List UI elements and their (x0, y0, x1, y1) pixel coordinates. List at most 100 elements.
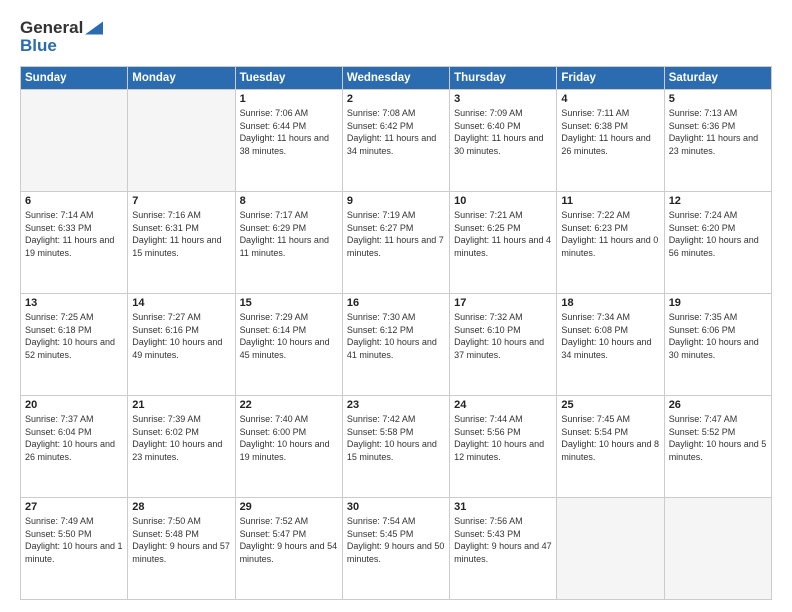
cell-details: Sunrise: 7:29 AM Sunset: 6:14 PM Dayligh… (240, 311, 338, 361)
calendar-cell: 9Sunrise: 7:19 AM Sunset: 6:27 PM Daylig… (342, 192, 449, 294)
calendar-cell: 23 Sunrise: 7:42 AM Sunset: 5:58 PM Dayli… (342, 396, 449, 498)
day-number: 17 (454, 297, 552, 309)
cell-details: Sunrise: 7:17 AM Sunset: 6:29 PM Dayligh… (240, 209, 338, 259)
calendar-cell: 3Sunrise: 7:09 AM Sunset: 6:40 PM Daylig… (450, 90, 557, 192)
calendar-cell (21, 90, 128, 192)
calendar-week-row: 27Sunrise: 7:49 AM Sunset: 5:50 PM Dayli… (21, 498, 772, 600)
cell-details: Sunrise: 7:47 AM Sunset: 5:52 PM Dayligh… (669, 413, 767, 463)
calendar-cell: 21 Sunrise: 7:39 AM Sunset: 6:02 PM Dayli… (128, 396, 235, 498)
cell-details: Sunrise: 7:49 AM Sunset: 5:50 PM Dayligh… (25, 515, 123, 565)
calendar-week-row: 1 Sunrise: 7:06 AM Sunset: 6:44 PM Daylig… (21, 90, 772, 192)
calendar-cell: 5 Sunrise: 7:13 AM Sunset: 6:36 PM Daylig… (664, 90, 771, 192)
cell-details: Sunrise: 7:42 AM Sunset: 5:58 PM Dayligh… (347, 413, 445, 463)
day-number: 19 (669, 297, 767, 309)
cell-details: Sunrise: 7:45 AM Sunset: 5:54 PM Dayligh… (561, 413, 659, 463)
day-number: 5 (669, 93, 767, 105)
calendar-cell: 27Sunrise: 7:49 AM Sunset: 5:50 PM Dayli… (21, 498, 128, 600)
cell-details: Sunrise: 7:25 AM Sunset: 6:18 PM Dayligh… (25, 311, 123, 361)
day-number: 21 (132, 399, 230, 411)
cell-details: Sunrise: 7:24 AM Sunset: 6:20 PM Dayligh… (669, 209, 767, 259)
day-number: 8 (240, 195, 338, 207)
calendar-cell: 15 Sunrise: 7:29 AM Sunset: 6:14 PM Dayli… (235, 294, 342, 396)
cell-details: Sunrise: 7:13 AM Sunset: 6:36 PM Dayligh… (669, 107, 767, 157)
day-number: 14 (132, 297, 230, 309)
day-number: 11 (561, 195, 659, 207)
day-number: 29 (240, 501, 338, 513)
day-number: 7 (132, 195, 230, 207)
calendar-cell: 31Sunrise: 7:56 AM Sunset: 5:43 PM Dayli… (450, 498, 557, 600)
cell-details: Sunrise: 7:11 AM Sunset: 6:38 PM Dayligh… (561, 107, 659, 157)
day-number: 12 (669, 195, 767, 207)
calendar-day-header: Tuesday (235, 67, 342, 90)
calendar-cell: 18Sunrise: 7:34 AM Sunset: 6:08 PM Dayli… (557, 294, 664, 396)
cell-details: Sunrise: 7:30 AM Sunset: 6:12 PM Dayligh… (347, 311, 445, 361)
day-number: 22 (240, 399, 338, 411)
day-number: 28 (132, 501, 230, 513)
logo-general: General (20, 18, 83, 38)
calendar-cell: 14 Sunrise: 7:27 AM Sunset: 6:16 PM Dayli… (128, 294, 235, 396)
cell-details: Sunrise: 7:37 AM Sunset: 6:04 PM Dayligh… (25, 413, 123, 463)
calendar-cell: 1 Sunrise: 7:06 AM Sunset: 6:44 PM Daylig… (235, 90, 342, 192)
day-number: 18 (561, 297, 659, 309)
calendar-cell: 26 Sunrise: 7:47 AM Sunset: 5:52 PM Dayli… (664, 396, 771, 498)
calendar-cell: 10 Sunrise: 7:21 AM Sunset: 6:25 PM Dayli… (450, 192, 557, 294)
calendar-day-header: Wednesday (342, 67, 449, 90)
calendar-cell: 16Sunrise: 7:30 AM Sunset: 6:12 PM Dayli… (342, 294, 449, 396)
day-number: 4 (561, 93, 659, 105)
calendar-cell: 22 Sunrise: 7:40 AM Sunset: 6:00 PM Dayli… (235, 396, 342, 498)
calendar-cell: 30 Sunrise: 7:54 AM Sunset: 5:45 PM Dayli… (342, 498, 449, 600)
day-number: 23 (347, 399, 445, 411)
calendar-day-header: Thursday (450, 67, 557, 90)
calendar-week-row: 13 Sunrise: 7:25 AM Sunset: 6:18 PM Dayli… (21, 294, 772, 396)
cell-details: Sunrise: 7:21 AM Sunset: 6:25 PM Dayligh… (454, 209, 552, 259)
cell-details: Sunrise: 7:22 AM Sunset: 6:23 PM Dayligh… (561, 209, 659, 259)
calendar-header-row: SundayMondayTuesdayWednesdayThursdayFrid… (21, 67, 772, 90)
cell-details: Sunrise: 7:44 AM Sunset: 5:56 PM Dayligh… (454, 413, 552, 463)
cell-details: Sunrise: 7:39 AM Sunset: 6:02 PM Dayligh… (132, 413, 230, 463)
cell-details: Sunrise: 7:54 AM Sunset: 5:45 PM Dayligh… (347, 515, 445, 565)
calendar-cell: 2Sunrise: 7:08 AM Sunset: 6:42 PM Daylig… (342, 90, 449, 192)
cell-details: Sunrise: 7:56 AM Sunset: 5:43 PM Dayligh… (454, 515, 552, 565)
day-number: 26 (669, 399, 767, 411)
calendar-cell: 29 Sunrise: 7:52 AM Sunset: 5:47 PM Dayli… (235, 498, 342, 600)
calendar: SundayMondayTuesdayWednesdayThursdayFrid… (20, 66, 772, 600)
cell-details: Sunrise: 7:08 AM Sunset: 6:42 PM Dayligh… (347, 107, 445, 157)
calendar-cell: 4 Sunrise: 7:11 AM Sunset: 6:38 PM Daylig… (557, 90, 664, 192)
calendar-cell (128, 90, 235, 192)
calendar-cell (557, 498, 664, 600)
calendar-day-header: Monday (128, 67, 235, 90)
cell-details: Sunrise: 7:50 AM Sunset: 5:48 PM Dayligh… (132, 515, 230, 565)
cell-details: Sunrise: 7:32 AM Sunset: 6:10 PM Dayligh… (454, 311, 552, 361)
calendar-cell: 8 Sunrise: 7:17 AM Sunset: 6:29 PM Daylig… (235, 192, 342, 294)
page-header: General Blue (20, 18, 772, 56)
cell-details: Sunrise: 7:52 AM Sunset: 5:47 PM Dayligh… (240, 515, 338, 565)
calendar-cell: 20 Sunrise: 7:37 AM Sunset: 6:04 PM Dayli… (21, 396, 128, 498)
calendar-cell: 13 Sunrise: 7:25 AM Sunset: 6:18 PM Dayli… (21, 294, 128, 396)
day-number: 13 (25, 297, 123, 309)
day-number: 24 (454, 399, 552, 411)
logo-blue: Blue (20, 36, 57, 56)
day-number: 1 (240, 93, 338, 105)
day-number: 20 (25, 399, 123, 411)
cell-details: Sunrise: 7:27 AM Sunset: 6:16 PM Dayligh… (132, 311, 230, 361)
logo-icon (85, 21, 103, 35)
day-number: 3 (454, 93, 552, 105)
cell-details: Sunrise: 7:40 AM Sunset: 6:00 PM Dayligh… (240, 413, 338, 463)
calendar-cell: 25Sunrise: 7:45 AM Sunset: 5:54 PM Dayli… (557, 396, 664, 498)
calendar-cell: 7Sunrise: 7:16 AM Sunset: 6:31 PM Daylig… (128, 192, 235, 294)
cell-details: Sunrise: 7:06 AM Sunset: 6:44 PM Dayligh… (240, 107, 338, 157)
day-number: 30 (347, 501, 445, 513)
cell-details: Sunrise: 7:14 AM Sunset: 6:33 PM Dayligh… (25, 209, 123, 259)
day-number: 6 (25, 195, 123, 207)
day-number: 15 (240, 297, 338, 309)
calendar-day-header: Sunday (21, 67, 128, 90)
calendar-cell: 12 Sunrise: 7:24 AM Sunset: 6:20 PM Dayli… (664, 192, 771, 294)
calendar-cell: 11 Sunrise: 7:22 AM Sunset: 6:23 PM Dayli… (557, 192, 664, 294)
cell-details: Sunrise: 7:35 AM Sunset: 6:06 PM Dayligh… (669, 311, 767, 361)
cell-details: Sunrise: 7:19 AM Sunset: 6:27 PM Dayligh… (347, 209, 445, 259)
calendar-cell: 19 Sunrise: 7:35 AM Sunset: 6:06 PM Dayli… (664, 294, 771, 396)
calendar-day-header: Friday (557, 67, 664, 90)
calendar-cell (664, 498, 771, 600)
logo: General Blue (20, 18, 103, 56)
day-number: 10 (454, 195, 552, 207)
